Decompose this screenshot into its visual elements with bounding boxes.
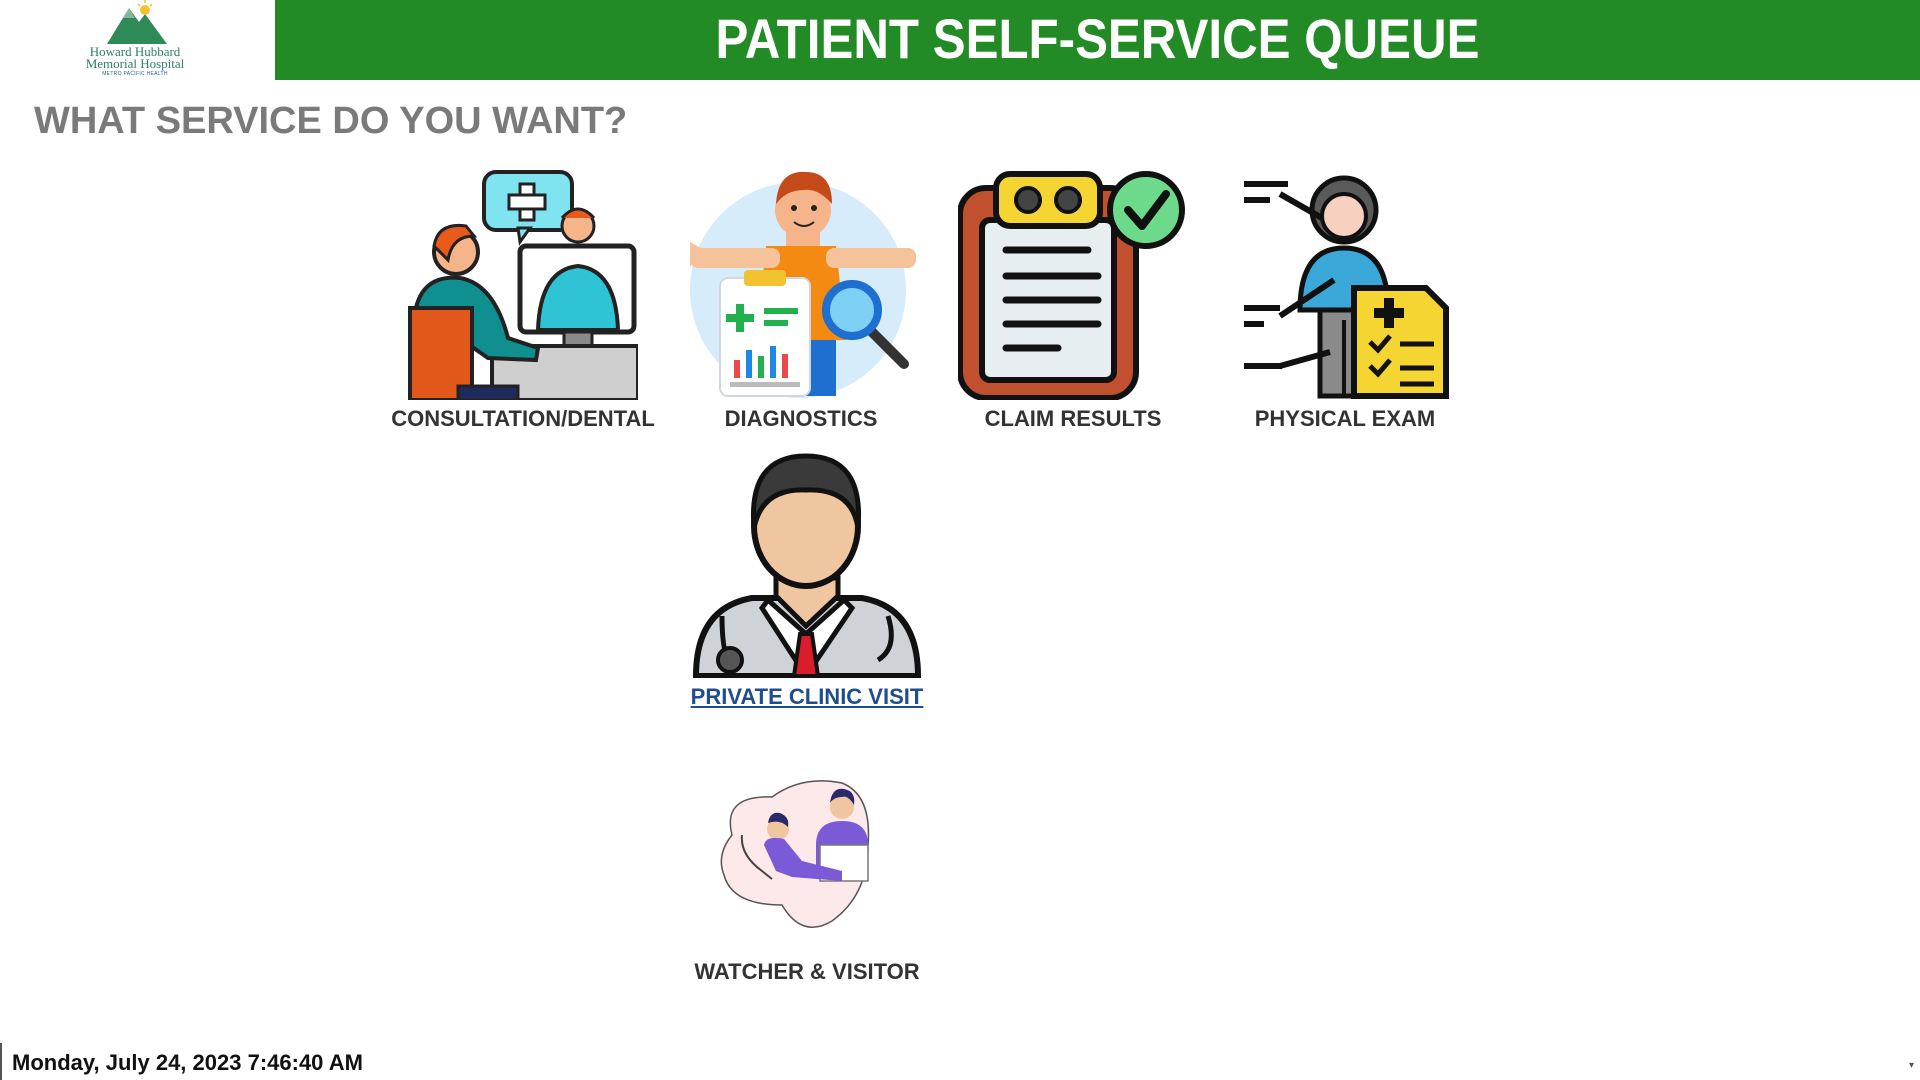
- service-tile-claim-results[interactable]: CLAIM RESULTS: [958, 170, 1188, 431]
- scroll-down-icon[interactable]: ▾: [1909, 1060, 1914, 1071]
- header-bar: PATIENT SELF-SERVICE QUEUE: [275, 0, 1920, 80]
- left-edge-divider: [0, 1043, 2, 1080]
- current-datetime: Monday, July 24, 2023 7:46:40 AM: [12, 1050, 363, 1075]
- page-title: PATIENT SELF-SERVICE QUEUE: [715, 7, 1480, 70]
- service-label: PHYSICAL EXAM: [1254, 406, 1436, 431]
- service-tile-private-clinic-visit[interactable]: PRIVATE CLINIC VISIT: [691, 448, 923, 713]
- logo-subtitle: METRO PACIFIC HEALTH: [102, 71, 168, 77]
- doctor-avatar-icon: [692, 453, 922, 678]
- diagnostics-icon: [690, 171, 916, 398]
- service-label: CONSULTATION/DENTAL: [391, 406, 655, 431]
- service-tile-watcher-visitor[interactable]: WATCHER & VISITOR: [692, 775, 922, 990]
- logo-name: Howard Hubbard Memorial Hospital: [60, 45, 210, 71]
- service-label: DIAGNOSTICS: [724, 406, 878, 431]
- service-label: WATCHER & VISITOR: [694, 959, 920, 984]
- logo-line-2: Memorial Hospital: [85, 56, 185, 71]
- service-tile-consultation-dental[interactable]: CONSULTATION/DENTAL: [391, 170, 655, 431]
- mountain-logo-icon: [107, 0, 167, 44]
- service-tile-diagnostics[interactable]: DIAGNOSTICS: [686, 170, 916, 431]
- service-label: CLAIM RESULTS: [984, 406, 1162, 431]
- physical-exam-icon: [1244, 175, 1449, 399]
- service-tile-physical-exam[interactable]: PHYSICAL EXAM: [1230, 170, 1460, 431]
- service-label: PRIVATE CLINIC VISIT: [690, 684, 924, 709]
- clipboard-check-icon: [958, 171, 1185, 400]
- hospital-logo: Howard Hubbard Memorial Hospital METRO P…: [0, 0, 275, 80]
- watcher-visitor-icon: [720, 780, 870, 928]
- doctor-telemedicine-icon: [408, 170, 638, 400]
- service-prompt: WHAT SERVICE DO YOU WANT?: [34, 100, 628, 142]
